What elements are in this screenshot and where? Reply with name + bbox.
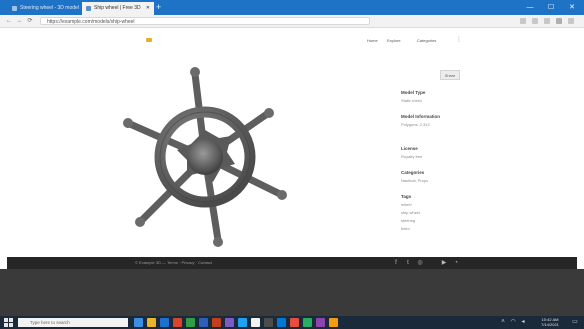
mail-icon[interactable]	[238, 318, 247, 327]
nav-link-categories[interactable]: Categories	[417, 38, 436, 43]
meta-label-model-type: Model Type	[401, 90, 426, 95]
taskbar: Type here to search ˄ ◠ ◂ 10:42 AM 7/14/…	[0, 316, 584, 329]
browser-tab-active[interactable]: Ship wheel | Free 3D ✕	[82, 2, 154, 15]
close-window-button[interactable]: ✕	[562, 0, 582, 15]
powerpoint-icon[interactable]	[212, 318, 221, 327]
close-tab-icon[interactable]: ✕	[146, 2, 150, 15]
meta-value-categories[interactable]: Nautical, Props	[401, 178, 428, 183]
nav-link-home[interactable]: Home	[367, 38, 378, 43]
taskbar-clock[interactable]: 10:42 AM 7/14/2021	[535, 317, 565, 327]
share-icon[interactable]	[544, 18, 550, 24]
minimize-button[interactable]: —	[520, 0, 540, 15]
task-view-icon[interactable]	[134, 318, 143, 327]
tray-chevron-icon[interactable]: ˄	[500, 319, 506, 325]
back-button[interactable]: ←	[5, 15, 13, 27]
meta-value-license[interactable]: Royalty free	[401, 154, 422, 159]
browser-tab[interactable]: Steering wheel - 3D model	[8, 2, 80, 15]
favicon-icon	[12, 6, 17, 11]
app-icon[interactable]	[329, 318, 338, 327]
network-icon[interactable]: ◠	[510, 319, 516, 325]
meta-value-model-type: Static mesh	[401, 98, 422, 103]
refresh-button[interactable]: ⟳	[26, 15, 34, 27]
tab-label: Steering wheel - 3D model	[20, 5, 79, 11]
notifications-icon[interactable]: ▭	[572, 319, 578, 325]
app-icon[interactable]	[303, 318, 312, 327]
site-logo[interactable]	[146, 38, 152, 42]
reading-list-icon[interactable]	[532, 18, 538, 24]
volume-icon[interactable]: ◂	[520, 319, 526, 325]
settings-icon[interactable]	[264, 318, 273, 327]
chrome-icon[interactable]	[251, 318, 260, 327]
menu-icon[interactable]	[568, 18, 574, 24]
web-page: Home Explore Categories ⋮ Share Model Ty…	[7, 28, 577, 269]
meta-value-model-info: Polygons: 2,312	[401, 122, 430, 127]
tab-label: Ship wheel | Free 3D	[94, 5, 141, 11]
share-button[interactable]: Share	[440, 70, 460, 80]
browser-titlebar: Steering wheel - 3D model Ship wheel | F…	[0, 0, 584, 15]
office-icon[interactable]	[173, 318, 182, 327]
file-explorer-icon[interactable]	[147, 318, 156, 327]
ship-wheel-model[interactable]	[115, 62, 295, 252]
new-tab-button[interactable]: +	[156, 1, 161, 14]
favicon-icon	[86, 6, 91, 11]
browser-toolbar: ← → ⟳ https://example.com/models/ship-wh…	[0, 15, 584, 28]
youtube-icon[interactable]: ▶	[441, 260, 447, 266]
meta-label-tags: Tags	[401, 194, 412, 199]
tag-link[interactable]: steering	[401, 218, 415, 223]
word-icon[interactable]	[199, 318, 208, 327]
profile-icon[interactable]	[556, 18, 562, 24]
more-menu-icon[interactable]: ⋮	[456, 36, 462, 43]
desktop-background	[0, 269, 584, 316]
tag-link[interactable]: ship wheel	[401, 210, 420, 215]
excel-icon[interactable]	[186, 318, 195, 327]
media-icon[interactable]	[290, 318, 299, 327]
tag-link[interactable]: wheel	[401, 202, 411, 207]
footer-text: © Example 3D — Terms · Privacy · Contact	[135, 260, 212, 265]
favorites-icon[interactable]	[520, 18, 526, 24]
forward-button[interactable]: →	[15, 15, 23, 27]
clock-date: 7/14/2021	[541, 322, 559, 327]
instagram-icon[interactable]: ◎	[417, 260, 423, 266]
rss-icon[interactable]: ◔	[453, 260, 459, 266]
app-icon[interactable]	[316, 318, 325, 327]
meta-label-license: License	[401, 146, 418, 151]
twitter-icon[interactable]: t	[405, 260, 411, 266]
windows-start-icon[interactable]	[4, 318, 13, 327]
tag-link[interactable]: helm	[401, 226, 410, 231]
site-footer: © Example 3D — Terms · Privacy · Contact…	[7, 257, 577, 269]
facebook-icon[interactable]: f	[393, 260, 399, 266]
edge-browser-icon[interactable]	[160, 318, 169, 327]
store-icon[interactable]	[277, 318, 286, 327]
meta-label-categories: Categories	[401, 170, 425, 175]
teams-icon[interactable]	[225, 318, 234, 327]
taskbar-search-input[interactable]: Type here to search	[18, 318, 128, 327]
nav-link-explore[interactable]: Explore	[387, 38, 401, 43]
address-bar[interactable]: https://example.com/models/ship-wheel	[40, 17, 370, 25]
maximize-button[interactable]: ☐	[541, 0, 561, 15]
meta-label-model-info: Model Information	[401, 114, 440, 119]
